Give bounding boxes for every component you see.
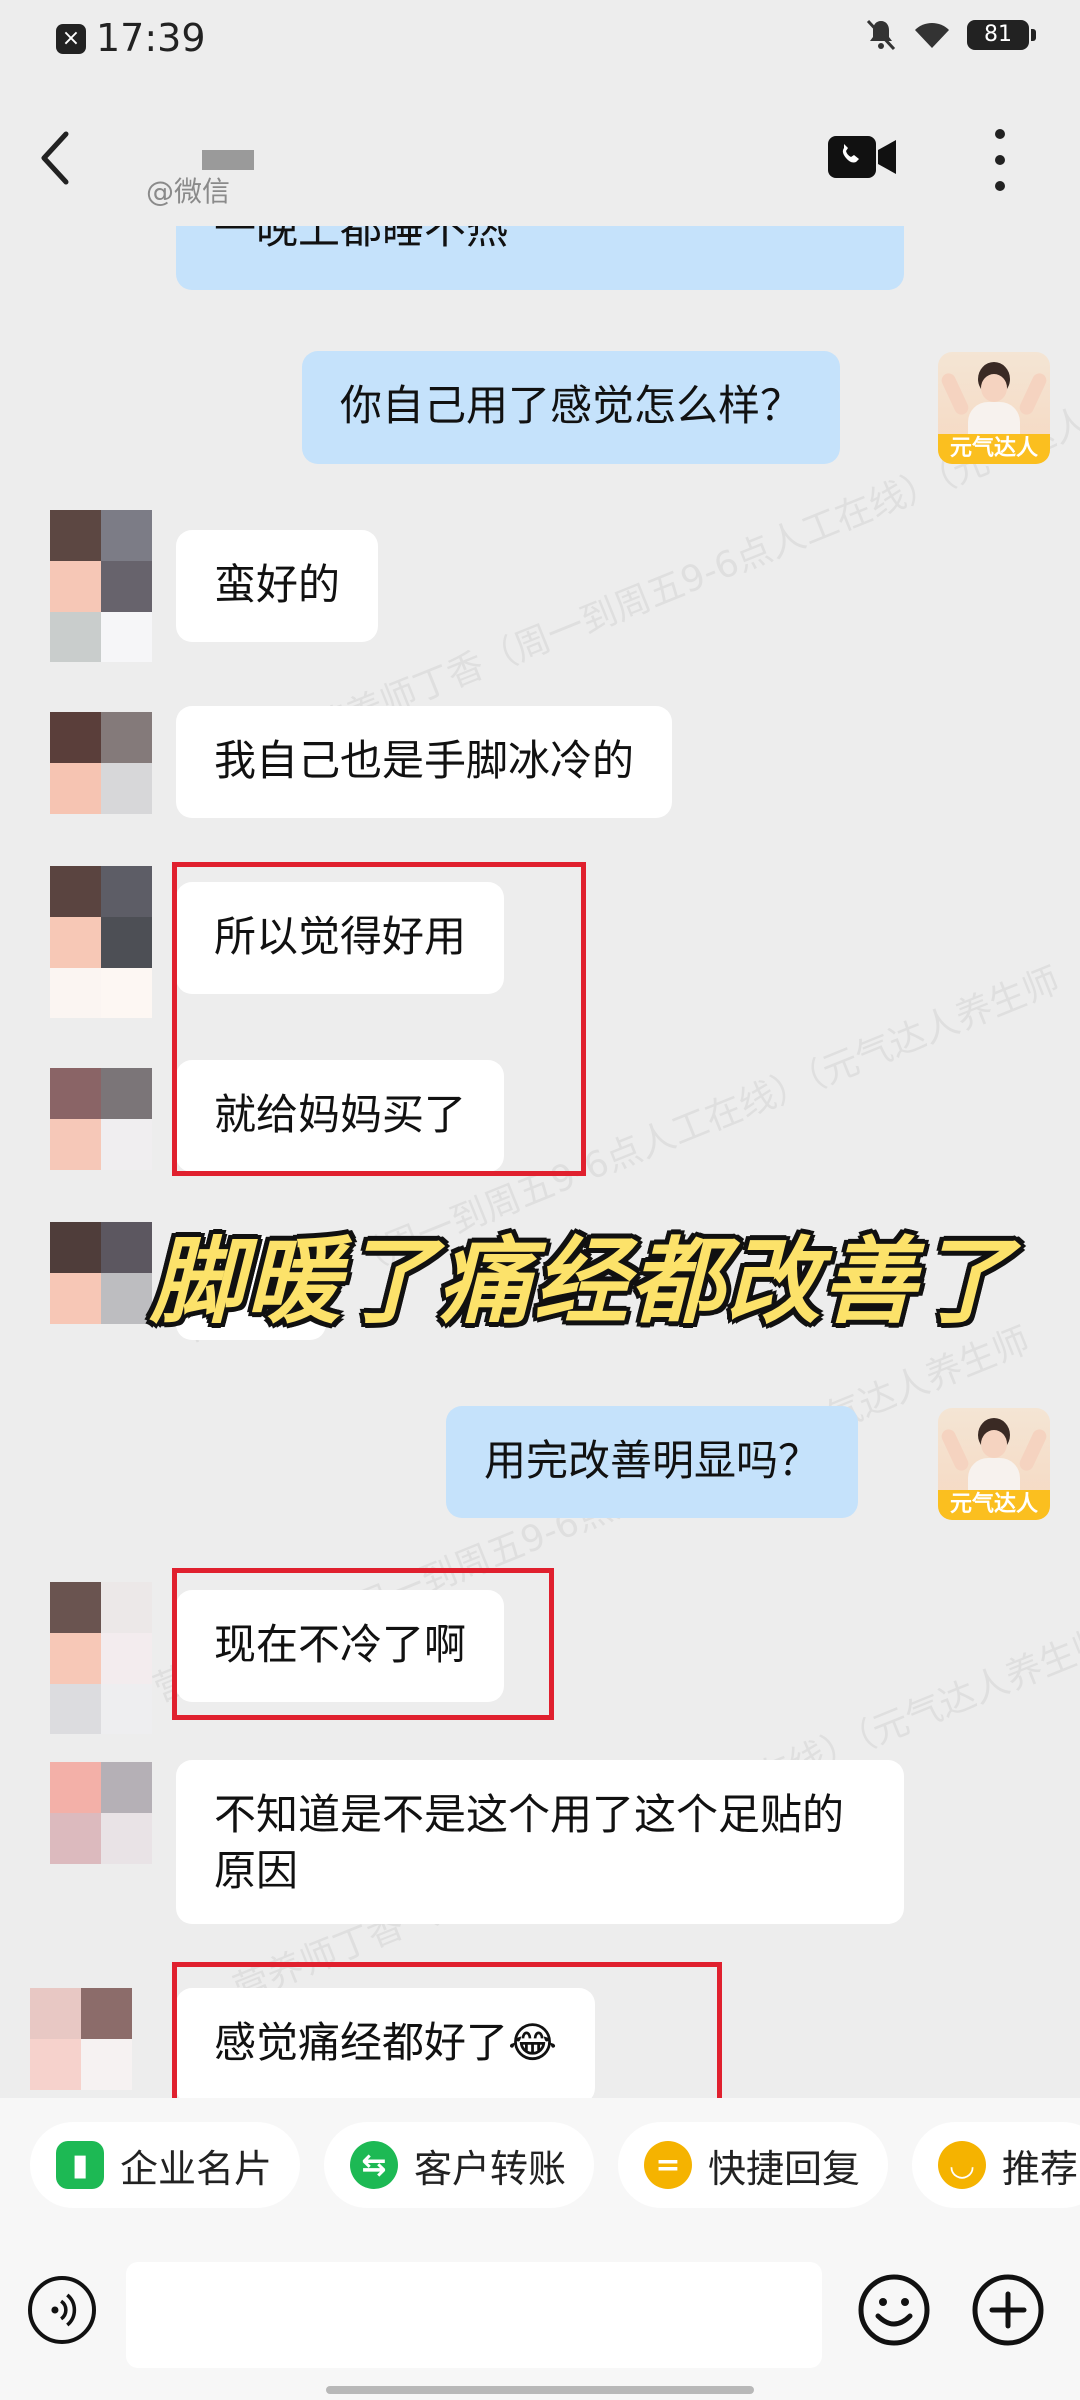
message-text: 蛮好的 — [214, 560, 341, 609]
message-text: 不知道是不是这个用了这个足贴的原因 — [214, 1790, 845, 1895]
transfer-icon: ⇆ — [350, 2141, 398, 2189]
chip-label: 快捷回复 — [708, 2146, 861, 2191]
message-text: 用完改善明显吗？ — [484, 1436, 821, 1485]
input-bar — [0, 2228, 1080, 2400]
wifi-icon — [915, 22, 949, 48]
contact-avatar[interactable] — [50, 866, 152, 1018]
contact-subtitle: @微信 — [146, 175, 231, 208]
quick-reply-icon: = — [644, 2141, 692, 2189]
message-bubble-outgoing[interactable]: 你自己用了感觉怎么样？ — [302, 351, 841, 464]
voice-input-icon[interactable] — [28, 2276, 96, 2344]
mute-bell-icon — [866, 19, 896, 51]
contact-avatar[interactable] — [50, 1222, 152, 1324]
message-bubble-incoming[interactable]: 我自己也是手脚冰冷的 — [176, 706, 673, 818]
business-card-icon: ▮ — [56, 2141, 104, 2189]
avatar-brand-label: 元气达人 — [938, 1490, 1050, 1520]
contact-avatar[interactable] — [50, 712, 152, 814]
self-avatar[interactable]: 元气达人 — [938, 352, 1050, 464]
message-input[interactable] — [126, 2262, 822, 2368]
customer-transfer-button[interactable]: ⇆ 客户转账 — [324, 2122, 595, 2208]
battery-tip — [1031, 29, 1036, 41]
highlight-box — [172, 1568, 554, 1720]
message-text: 你自己用了感觉怎么样？ — [340, 381, 803, 430]
quick-reply-button[interactable]: = 快捷回复 — [618, 2122, 889, 2208]
business-card-button[interactable]: ▮ 企业名片 — [30, 2122, 301, 2208]
message-bubble-outgoing[interactable]: 一晚上都睡不热 — [176, 226, 904, 290]
self-avatar[interactable]: 元气达人 — [938, 1408, 1050, 1520]
contact-avatar[interactable] — [50, 1762, 152, 1864]
message-bubble-outgoing[interactable]: 用完改善明显吗？ — [446, 1406, 859, 1518]
status-icons: 81 — [865, 18, 1036, 52]
quick-actions-bar: ▮ 企业名片 ⇆ 客户转账 = 快捷回复 ◡ 推荐 — [0, 2098, 1080, 2228]
chip-label: 推荐 — [1002, 2146, 1079, 2191]
back-arrow-icon[interactable] — [28, 118, 88, 198]
notification-icon: × — [56, 24, 86, 54]
more-options-icon[interactable] — [980, 124, 1020, 196]
contact-avatar[interactable] — [50, 1068, 152, 1170]
message-text: 一晚上都睡不热 — [214, 226, 509, 253]
contact-name-redacted — [202, 150, 254, 170]
status-time: 17:39 — [96, 16, 206, 60]
highlight-box — [172, 1962, 722, 2098]
message-bubble-incoming[interactable]: 不知道是不是这个用了这个足贴的原因 — [176, 1760, 904, 1924]
overlay-caption: 脚暖了痛经都改善了 — [150, 1228, 1015, 1337]
chip-label: 企业名片 — [120, 2146, 273, 2191]
contact-avatar[interactable] — [50, 510, 152, 662]
plus-icon[interactable] — [970, 2272, 1046, 2348]
avatar-brand-label: 元气达人 — [938, 434, 1050, 464]
recommend-button[interactable]: ◡ 推荐 — [912, 2122, 1080, 2208]
chat-messages[interactable]: 营养师丁香（周一到周五9-6点人工在线）（元气达人养生师 营养师丁香（周一到周五… — [0, 226, 1080, 2098]
contact-avatar[interactable] — [30, 1988, 132, 2090]
message-bubble-incoming[interactable]: 蛮好的 — [176, 530, 379, 642]
highlight-box — [172, 862, 586, 1176]
video-call-icon[interactable] — [826, 132, 898, 182]
emoji-icon[interactable] — [856, 2272, 932, 2348]
chip-label: 客户转账 — [414, 2146, 567, 2191]
home-indicator[interactable] — [326, 2386, 754, 2394]
battery-icon: 81 — [967, 20, 1029, 50]
chat-header: @微信 — [0, 84, 1080, 226]
contact-avatar[interactable] — [50, 1582, 152, 1734]
recommend-icon: ◡ — [938, 2141, 986, 2189]
message-text: 我自己也是手脚冰冷的 — [214, 736, 635, 785]
status-bar: × 17:39 81 — [0, 0, 1080, 84]
